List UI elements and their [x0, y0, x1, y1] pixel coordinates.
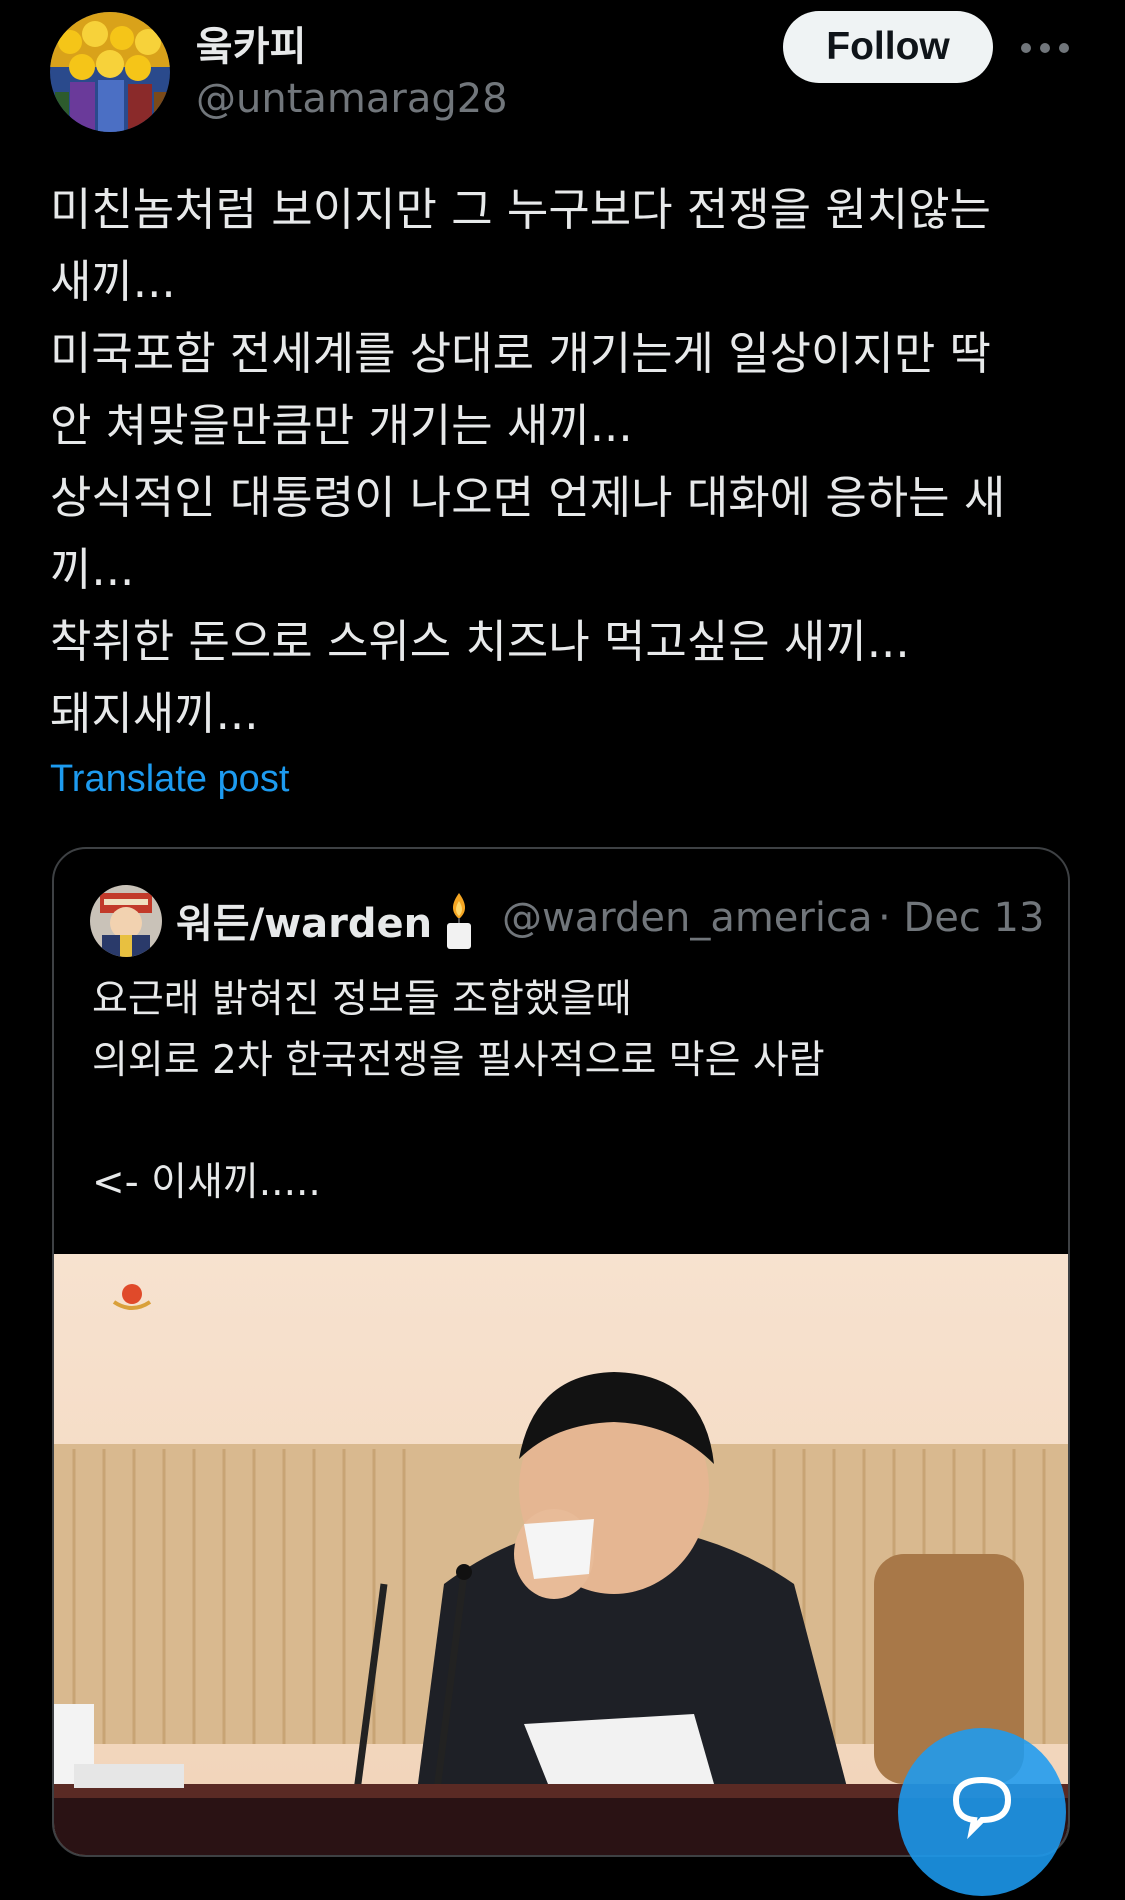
- quote-line: 요근래 밝혀진 정보들 조합했을때: [92, 977, 632, 1022]
- quote-date[interactable]: · Dec 13: [874, 895, 1045, 941]
- quote-avatar-image-icon: [90, 885, 162, 957]
- post-line: 착취한 돈으로 스위스 치즈나 먹고싶은 새끼...: [50, 615, 910, 668]
- post-line: 미국포함 전세계를 상대로 개기는게 일상이지만 딱: [50, 327, 991, 380]
- post-line: 돼지새끼...: [50, 687, 259, 740]
- post-text: 미친놈처럼 보이지만 그 누구보다 전쟁을 원치않는 새끼... 미국포함 전세…: [50, 174, 1090, 750]
- follow-button[interactable]: Follow: [783, 11, 993, 83]
- quote-author-handle[interactable]: @warden_america: [502, 895, 916, 941]
- post-line: 상식적인 대통령이 나오면 언제나 대화에 응하는 새: [50, 471, 1006, 524]
- translate-post-link[interactable]: Translate post: [50, 758, 289, 801]
- quote-line: <- 이새끼.....: [92, 1160, 321, 1205]
- quote-author-avatar[interactable]: [90, 885, 162, 957]
- post-line: 끼...: [50, 543, 135, 596]
- author-avatar[interactable]: [50, 12, 170, 132]
- candle-emoji: [442, 891, 476, 951]
- author-display-name[interactable]: 웈카피: [196, 14, 306, 72]
- compose-icon: [952, 1776, 1012, 1840]
- quote-line: 의외로 2차 한국전쟁을 필사적으로 막은 사람: [92, 1038, 825, 1083]
- post-line: 미친놈처럼 보이지만 그 누구보다 전쟁을 원치않는: [50, 183, 991, 236]
- candle-icon: [447, 893, 471, 949]
- avatar-image-icon: [50, 12, 170, 132]
- quote-text: 요근래 밝혀진 정보들 조합했을때 의외로 2차 한국전쟁을 필사적으로 막은 …: [92, 969, 1032, 1213]
- quote-line: [92, 1091, 1032, 1152]
- quoted-post-card[interactable]: 워든/warden @warden_america · Dec 13 요근래 밝…: [52, 847, 1070, 1857]
- more-horizontal-icon: [1021, 43, 1069, 53]
- quote-author-display-name[interactable]: 워든/warden: [176, 891, 432, 949]
- post-line: 새끼...: [50, 255, 176, 308]
- compose-fab[interactable]: [898, 1728, 1066, 1896]
- more-options-button[interactable]: [1018, 28, 1072, 68]
- post-line: 안 쳐맞을만큼만 개기는 새끼...: [50, 399, 633, 452]
- author-handle[interactable]: @untamarag28: [196, 76, 508, 122]
